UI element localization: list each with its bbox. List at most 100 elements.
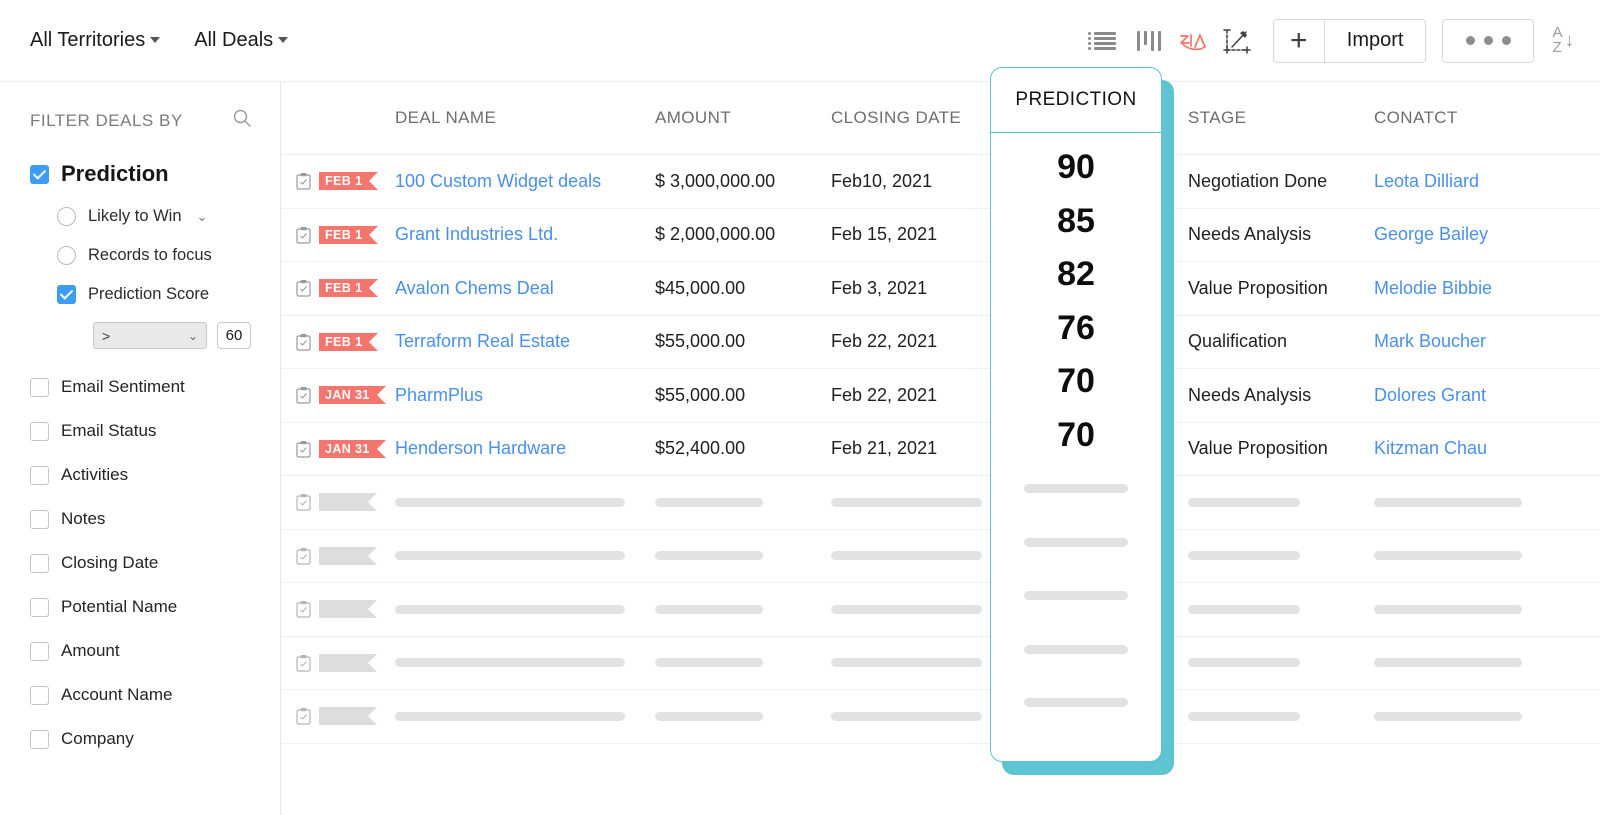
amount-placeholder [655,497,831,507]
deal-name-placeholder [395,711,655,721]
filter-item-account-name[interactable]: Account Name [30,685,280,705]
zia-ai-button[interactable] [1171,19,1215,63]
filter-item-notes[interactable]: Notes [30,509,280,529]
stage-value: Negotiation Done [1188,170,1328,191]
email-sentiment-checkbox[interactable] [30,377,49,397]
prediction-score-placeholder [991,462,1161,516]
filter-option-likely-to-win[interactable]: Likely to Win ⌄ [30,207,280,226]
sort-az-button[interactable]: A Z ↓ [1552,25,1574,55]
filter-item-company[interactable]: Company [30,729,280,749]
deal-name-placeholder [395,551,655,561]
filter-item-closing-date[interactable]: Closing Date [30,553,280,573]
amount-placeholder [655,551,831,561]
table-row[interactable]: JAN 31 PharmPlus $55,000.00 Feb 22, 2021… [281,369,1600,423]
score-threshold-input[interactable]: 60 [217,322,251,349]
prediction-column-card: PREDICTION 90 85 82 76 70 70 [990,67,1162,762]
filter-group-prediction[interactable]: Prediction [30,161,280,187]
territories-dropdown[interactable]: All Territories [30,29,161,52]
amount-value: $45,000.00 [655,277,746,298]
company-checkbox[interactable] [30,729,49,749]
prediction-checkbox[interactable] [30,164,49,184]
header-cell-closing-date[interactable]: CLOSING DATE [831,108,991,128]
contact-link[interactable]: George Bailey [1374,224,1574,245]
filter-item-label: Potential Name [61,597,178,616]
deal-name-link[interactable]: PharmPlus [395,385,655,406]
prediction-score: 70 [1057,415,1095,454]
filter-option-records-to-focus[interactable]: Records to focus [30,246,280,265]
deal-name-link[interactable]: Terraform Real Estate [395,331,655,352]
table-row[interactable]: FEB 1 Terraform Real Estate $55,000.00 F… [281,316,1600,369]
top-toolbar: All Territories All Deals + Import A Z ↓ [0,0,1600,82]
prediction-column-header[interactable]: PREDICTION [991,68,1161,133]
filter-item-activities[interactable]: Activities [30,465,280,485]
notes-checkbox[interactable] [30,509,49,529]
search-icon[interactable] [232,108,252,133]
header-cell-deal-name[interactable]: DEAL NAME [395,108,655,128]
due-date-badge-placeholder [319,493,377,512]
prediction-score-label: Prediction Score [88,285,210,303]
closing-date-checkbox[interactable] [30,553,49,573]
operator-select[interactable]: > ⌄ [93,322,207,349]
amount-value: $ 3,000,000.00 [655,170,776,191]
activities-checkbox[interactable] [30,465,49,485]
deal-name-link[interactable]: 100 Custom Widget deals [395,171,655,192]
deals-dropdown[interactable]: All Deals [194,29,289,52]
header-cell-stage[interactable]: STAGE [1188,108,1374,128]
contact-link[interactable]: Leota Dilliard [1374,171,1574,192]
filter-item-email-sentiment[interactable]: Email Sentiment [30,377,280,397]
task-clipboard-icon [296,654,311,672]
prediction-score-checkbox[interactable] [57,285,76,304]
table-row-placeholder [281,530,1600,583]
email-status-checkbox[interactable] [30,421,49,441]
likely-to-win-radio[interactable] [57,207,76,226]
header-cell-contact[interactable]: CONATCT [1374,108,1574,128]
stage-value: Qualification [1188,331,1288,352]
deal-name-link[interactable]: Henderson Hardware [395,438,655,459]
filter-item-amount[interactable]: Amount [30,641,280,661]
prediction-score-placeholder [991,569,1161,623]
filter-option-prediction-score[interactable]: Prediction Score [30,285,280,304]
amount-checkbox[interactable] [30,641,49,661]
due-date-badge-placeholder [319,707,377,726]
chevron-down-icon[interactable]: ⌄ [197,209,208,225]
more-actions-button[interactable] [1442,18,1535,63]
records-to-focus-radio[interactable] [57,246,76,265]
stage-placeholder [1188,551,1374,561]
filter-item-potential-name[interactable]: Potential Name [30,597,280,617]
contact-placeholder [1374,711,1574,721]
account-name-checkbox[interactable] [30,685,49,705]
filter-item-label: Amount [61,641,120,660]
table-row[interactable]: FEB 1 Grant Industries Ltd. $ 2,000,000.… [281,209,1600,262]
table-row[interactable]: FEB 1 Avalon Chems Deal $45,000.00 Feb 3… [281,262,1600,316]
deal-name-link[interactable]: Grant Industries Ltd. [395,224,655,245]
add-deal-button[interactable]: + [1274,20,1324,62]
contact-link[interactable]: Melodie Bibbie [1374,278,1574,299]
table-row-placeholder [281,637,1600,690]
closing-date-placeholder [831,604,991,614]
task-clipboard-icon [296,601,311,618]
list-view-button[interactable] [1083,19,1127,63]
contact-link[interactable]: Dolores Grant [1374,385,1574,406]
deal-name-link[interactable]: Avalon Chems Deal [395,278,655,299]
operator-value: > [102,327,111,344]
contact-link[interactable]: Mark Boucher [1374,331,1574,352]
import-button[interactable]: Import [1325,20,1426,62]
table-row[interactable]: FEB 1 100 Custom Widget deals $ 3,000,00… [281,155,1600,209]
table-row[interactable]: JAN 31 Henderson Hardware $52,400.00 Feb… [281,423,1600,476]
kanban-view-button[interactable] [1127,19,1171,63]
closing-date-value: Feb 21, 2021 [831,438,938,459]
prediction-score-placeholder [991,676,1161,730]
chart-edit-button[interactable] [1215,19,1259,63]
amount-placeholder [655,711,831,721]
prediction-score-placeholder [991,623,1161,677]
contact-link[interactable]: Kitzman Chau [1374,438,1574,459]
header-cell-amount[interactable]: AMOUNT [655,108,831,128]
stage-placeholder [1188,711,1374,721]
task-clipboard-icon [296,226,311,244]
filter-item-email-status[interactable]: Email Status [30,421,280,441]
potential-name-checkbox[interactable] [30,597,49,617]
filter-item-label: Account Name [61,685,173,704]
row-flag-cell [281,493,395,512]
prediction-group-label: Prediction [61,161,169,186]
contact-placeholder [1374,658,1574,668]
